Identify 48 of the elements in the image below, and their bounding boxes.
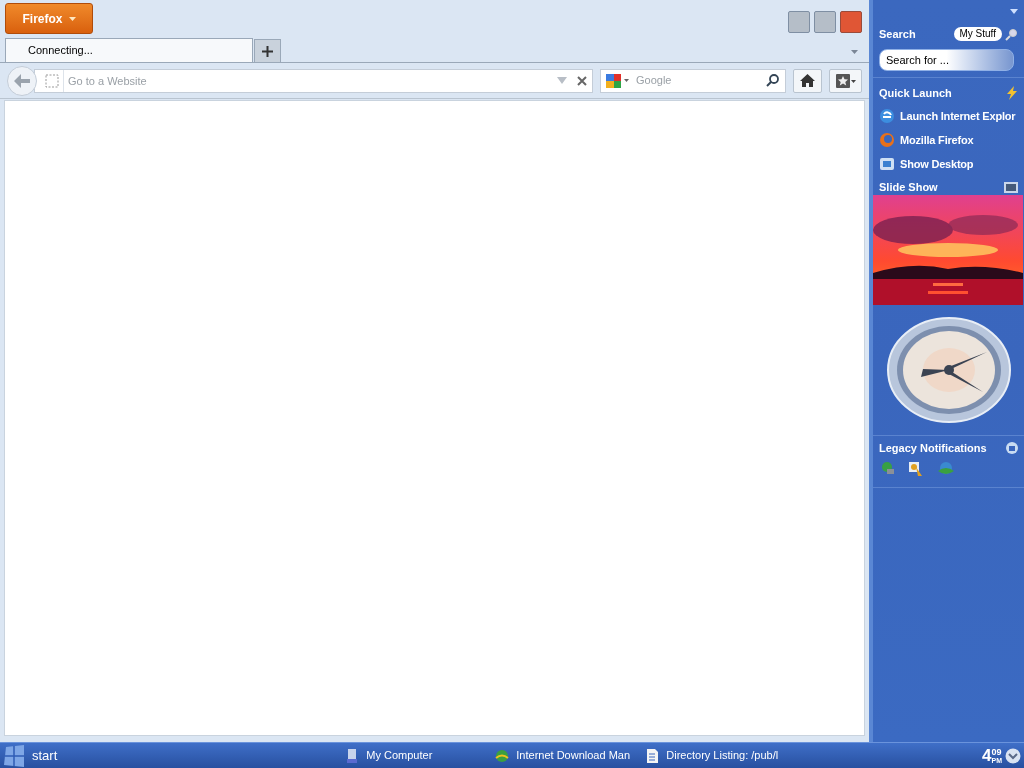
taskbar-button[interactable]: My Computer — [341, 744, 492, 767]
clock-hour: 4 — [982, 747, 992, 764]
url-field[interactable]: Go to a Website — [63, 69, 557, 92]
desktop-icon — [879, 156, 895, 172]
start-button[interactable]: start — [0, 743, 72, 768]
search-engine-icon[interactable] — [606, 72, 630, 89]
tab-list-caret-icon[interactable] — [851, 50, 858, 54]
clock-minutes: 09 — [991, 747, 1002, 757]
search-field[interactable]: Search for ... — [879, 48, 1014, 71]
search-bar[interactable]: Google — [600, 68, 786, 93]
tab[interactable]: Connecting... — [5, 38, 253, 62]
caret-icon — [68, 16, 76, 21]
sidebar-menu-caret-icon[interactable] — [1010, 8, 1018, 14]
chevron-down-icon[interactable] — [1005, 747, 1021, 764]
taskbar-button[interactable]: Directory Listing: /pub/l — [641, 744, 792, 767]
ie-icon — [879, 108, 895, 124]
address-bar[interactable]: Go to a Website — [34, 68, 593, 93]
document-icon — [644, 747, 661, 764]
gadget-title: Search — [879, 27, 916, 42]
gadget-title: Quick Launch — [879, 85, 952, 101]
page-icon — [45, 73, 59, 88]
home-button[interactable] — [793, 68, 823, 93]
my-stuff-button[interactable]: My Stuff — [953, 27, 1002, 42]
quick-launch-link[interactable]: Mozilla Firefox — [900, 131, 974, 149]
keys-tray-icon[interactable] — [908, 460, 924, 477]
download-globe-icon — [494, 747, 511, 764]
back-button[interactable] — [7, 65, 37, 96]
home-icon — [800, 74, 816, 87]
quick-launch-link[interactable]: Launch Internet Explor — [900, 107, 1016, 125]
magnifier-icon[interactable] — [1005, 27, 1018, 41]
plus-icon — [262, 45, 273, 57]
gadget-icon — [1006, 442, 1018, 455]
back-arrow-icon — [14, 73, 30, 88]
bookmark-star-icon — [835, 73, 856, 88]
quick-launch-link[interactable]: Show Desktop — [900, 155, 974, 173]
windows-logo-icon — [2, 743, 26, 768]
bookmarks-button[interactable] — [829, 68, 862, 93]
lightning-icon — [1006, 85, 1018, 100]
new-tab-button[interactable] — [254, 39, 281, 62]
taskbar-button[interactable]: Internet Download Man — [491, 744, 642, 767]
fox-globe-icon — [879, 132, 895, 148]
search-input[interactable]: Google — [636, 72, 766, 89]
stop-icon[interactable] — [577, 75, 587, 86]
gadget-title: Slide Show — [879, 179, 938, 195]
firefox-menu-button[interactable]: Firefox — [5, 3, 93, 34]
slides-icon[interactable] — [1004, 181, 1018, 193]
gadget-title: Legacy Notifications — [879, 441, 987, 456]
search-icon[interactable] — [766, 74, 779, 87]
